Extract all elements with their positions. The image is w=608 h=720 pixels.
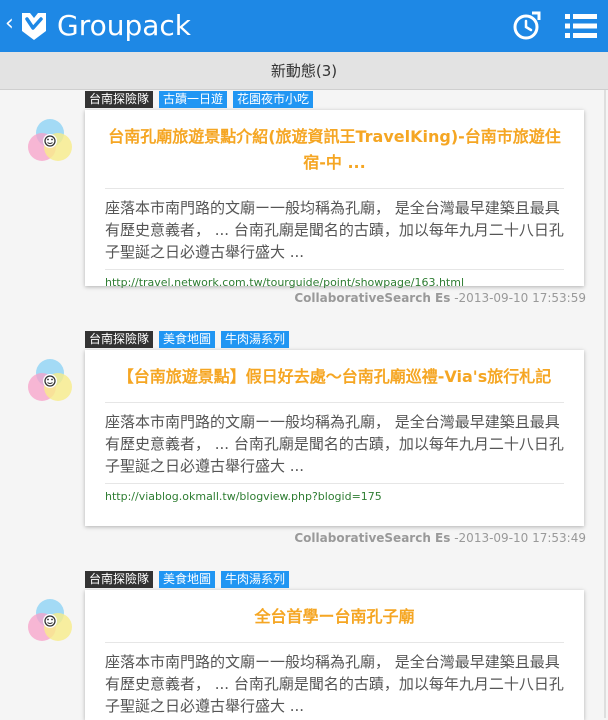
post-url-link[interactable]: http://travel.network.com.tw/tourguide/p… — [105, 269, 564, 291]
news-feed-header: 新動態(3) — [0, 52, 608, 90]
tag-list: 台南探險隊 美食地圖 牛肉湯系列 — [85, 571, 295, 589]
post-snippet: 座落本市南門路的文廟ー一般均稱為孔廟， 是全台灣最早建築且最具有歷史意義者， .… — [105, 199, 564, 261]
tag-list: 台南探險隊 古蹟一日遊 花園夜市小吃 — [85, 91, 319, 109]
tag-topic[interactable]: 美食地圖 — [159, 331, 216, 348]
tag-group[interactable]: 台南探險隊 — [85, 331, 154, 348]
post-snippet: 座落本市南門路的文廟ー一般均稱為孔廟， 是全台灣最早建築且最具有歷史意義者， .… — [105, 653, 564, 715]
tag-topic[interactable]: 花園夜市小吃 — [233, 91, 314, 108]
chevron-left-icon[interactable]: ‹ — [5, 12, 14, 36]
tag-topic[interactable]: 牛肉湯系列 — [221, 331, 290, 348]
user-avatar[interactable] — [24, 595, 76, 647]
post-card[interactable]: 台南孔廟旅遊景點介紹(旅遊資訊王TravelKing)-台南市旅遊住宿-中 ..… — [85, 110, 584, 289]
post-author[interactable]: CollaborativeSearch Es — [294, 291, 450, 305]
app-header: ‹ Groupack — [0, 0, 608, 52]
user-avatar[interactable] — [24, 355, 76, 407]
post-snippet: 座落本市南門路的文廟ー一般均稱為孔廟， 是全台灣最早建築且最具有歷史意義者， .… — [105, 413, 564, 475]
menu-list-icon[interactable] — [565, 13, 597, 39]
post-meta: CollaborativeSearch Es -2013-09-10 17:53… — [294, 290, 586, 306]
post-card[interactable]: 全台首學ー台南孔子廟 座落本市南門路的文廟ー一般均稱為孔廟， 是全台灣最早建築且… — [85, 590, 584, 720]
tag-group[interactable]: 台南探險隊 — [85, 571, 154, 588]
post-author[interactable]: CollaborativeSearch Es — [294, 531, 450, 545]
tag-list: 台南探險隊 美食地圖 牛肉湯系列 — [85, 331, 295, 349]
post-card[interactable]: 【台南旅遊景點】假日好去處～台南孔廟巡禮-Via's旅行札記 座落本市南門路的文… — [85, 350, 584, 526]
timeline-scrollbar[interactable] — [604, 90, 606, 718]
post-title-link[interactable]: 全台首學ー台南孔子廟 — [85, 590, 584, 630]
post-timestamp: -2013-09-10 17:53:59 — [454, 291, 586, 305]
tag-group[interactable]: 台南探險隊 — [85, 91, 154, 108]
history-clock-icon[interactable] — [510, 10, 542, 42]
post-timestamp: -2013-09-10 17:53:49 — [454, 531, 586, 545]
groupack-logo — [22, 13, 46, 40]
post-title-link[interactable]: 台南孔廟旅遊景點介紹(旅遊資訊王TravelKing)-台南市旅遊住宿-中 ..… — [85, 110, 584, 176]
tag-topic[interactable]: 牛肉湯系列 — [221, 571, 290, 588]
post-url-link[interactable]: http://viablog.okmall.tw/blogview.php?bl… — [105, 483, 564, 505]
tag-topic[interactable]: 美食地圖 — [159, 571, 216, 588]
app-title: Groupack — [57, 9, 192, 42]
post-title-link[interactable]: 【台南旅遊景點】假日好去處～台南孔廟巡禮-Via's旅行札記 — [85, 350, 584, 390]
post-meta: CollaborativeSearch Es -2013-09-10 17:53… — [294, 530, 586, 546]
user-avatar[interactable] — [24, 115, 76, 167]
tag-topic[interactable]: 古蹟一日遊 — [159, 91, 228, 108]
